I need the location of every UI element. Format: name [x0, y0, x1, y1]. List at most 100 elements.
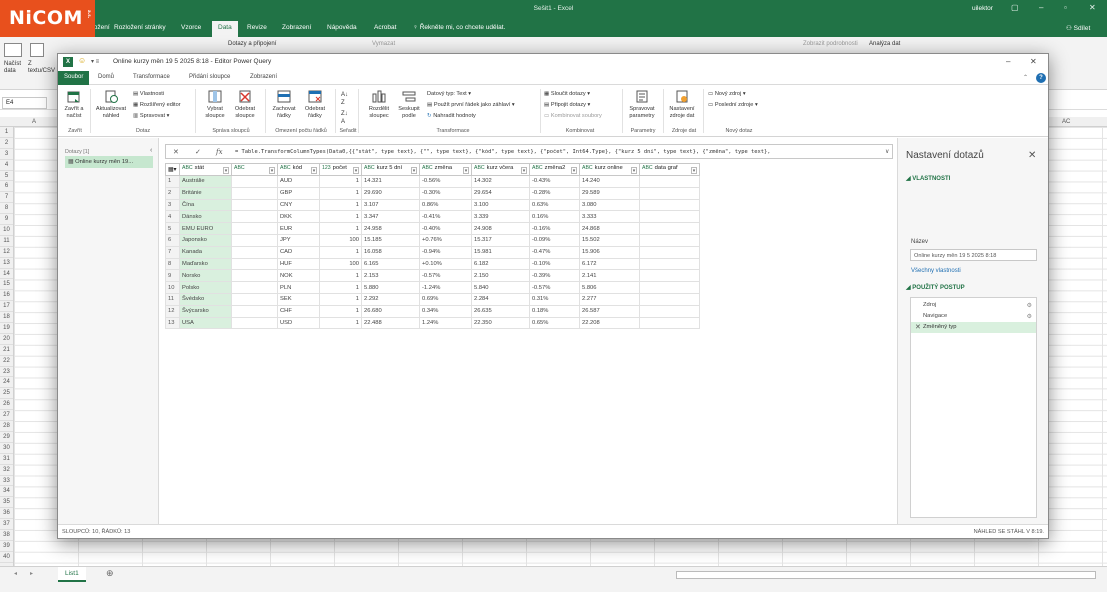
table-cell[interactable]: [231, 198, 278, 212]
row-header[interactable]: 29: [0, 432, 13, 443]
table-cell[interactable]: 1: [319, 316, 362, 330]
row-index[interactable]: 2: [165, 186, 180, 200]
text-type-icon[interactable]: ABC: [422, 165, 433, 171]
table-cell[interactable]: [639, 257, 700, 271]
novy-zdroj-button[interactable]: ▭ Nový zdroj ▾: [708, 91, 746, 97]
table-cell[interactable]: CHF: [277, 304, 320, 318]
table-cell[interactable]: 22.208: [579, 316, 640, 330]
name-box[interactable]: E4: [2, 97, 47, 109]
row-header[interactable]: 39: [0, 541, 13, 552]
sheet-scroll-right-icon[interactable]: ▸: [30, 570, 33, 577]
column-header[interactable]: 123 počet ▾: [319, 163, 362, 176]
table-cell[interactable]: 0.69%: [419, 292, 472, 306]
row-header[interactable]: 34: [0, 486, 13, 498]
table-cell[interactable]: DKK: [277, 210, 320, 224]
table-cell[interactable]: AUD: [277, 175, 320, 188]
filter-dropdown-icon[interactable]: ▾: [223, 167, 229, 174]
expand-formula-icon[interactable]: ∨: [885, 148, 889, 155]
table-cell[interactable]: 3.333: [579, 210, 640, 224]
row-header[interactable]: 32: [0, 465, 13, 476]
gear-icon[interactable]: ⚙: [1027, 302, 1032, 309]
table-cell[interactable]: 0.31%: [529, 292, 580, 306]
table-cell[interactable]: EUR: [277, 222, 320, 235]
text-type-icon[interactable]: ABC: [582, 165, 593, 171]
table-cell[interactable]: [231, 222, 278, 235]
table-cell[interactable]: 1: [319, 292, 362, 306]
column-header[interactable]: ABC ▾: [231, 163, 278, 176]
row-header[interactable]: 14: [0, 269, 13, 280]
ribbon-display-icon[interactable]: ▢: [1011, 3, 1019, 12]
row-index[interactable]: 6: [165, 233, 180, 247]
delete-step-icon[interactable]: ✕: [915, 323, 921, 331]
table-cell[interactable]: Dánsko: [179, 210, 232, 224]
pq-close-icon[interactable]: ✕: [1030, 57, 1037, 66]
seskupit-podle-button[interactable]: Seskupit podle: [394, 89, 424, 119]
table-cell[interactable]: Británie: [179, 186, 232, 200]
table-cell[interactable]: -0.09%: [529, 233, 580, 247]
filter-dropdown-icon[interactable]: ▾: [353, 167, 359, 174]
tab-domu[interactable]: Domů: [98, 74, 114, 80]
menu-data[interactable]: Data: [212, 21, 238, 37]
datovy-typ-dropdown[interactable]: Datový typ: Text ▾: [427, 91, 471, 97]
table-cell[interactable]: 1: [319, 198, 362, 212]
table-cell[interactable]: 1: [319, 175, 362, 188]
table-cell[interactable]: [639, 233, 700, 247]
horizontal-scrollbar[interactable]: [676, 571, 1096, 579]
table-cell[interactable]: 22.488: [361, 316, 420, 330]
table-cell[interactable]: 1.24%: [419, 316, 472, 330]
table-cell[interactable]: [639, 175, 700, 188]
filter-dropdown-icon[interactable]: ▾: [631, 167, 637, 174]
row-index[interactable]: 3: [165, 198, 180, 212]
kombinovat-soubory-button[interactable]: ▭ Kombinovat soubory: [544, 113, 602, 119]
filter-dropdown-icon[interactable]: ▾: [691, 167, 697, 174]
row-header[interactable]: 3: [0, 149, 13, 160]
table-cell[interactable]: +0.10%: [419, 257, 472, 271]
step-navigace[interactable]: Navigace ⚙: [911, 311, 1036, 322]
table-cell[interactable]: 22.350: [471, 316, 530, 330]
row-header[interactable]: 23: [0, 367, 13, 378]
odebrat-sloupce-button[interactable]: Odebrat sloupce: [230, 89, 260, 119]
table-cell[interactable]: Austrálie: [179, 175, 232, 188]
nastaveni-zdroje-button[interactable]: Nastavení zdroje dat: [665, 89, 699, 119]
table-cell[interactable]: 16.058: [361, 245, 420, 259]
table-cell[interactable]: 3.107: [361, 198, 420, 212]
table-cell[interactable]: 2.141: [579, 269, 640, 283]
text-csv-icon[interactable]: [30, 43, 44, 57]
aktualizovat-nahled-button[interactable]: Aktualizovat náhled: [93, 89, 129, 119]
table-cell[interactable]: 26.587: [579, 304, 640, 318]
table-cell[interactable]: 15.906: [579, 245, 640, 259]
table-cell[interactable]: -0.57%: [529, 281, 580, 294]
row-header[interactable]: 8: [0, 203, 13, 215]
sloucit-dotazy-button[interactable]: ▦ Sloučit dotazy ▾: [544, 91, 590, 97]
table-cell[interactable]: -0.40%: [419, 222, 472, 235]
row-index[interactable]: 5: [165, 222, 180, 235]
row-header[interactable]: 33: [0, 476, 13, 487]
table-corner-menu[interactable]: ▦▾: [165, 163, 180, 176]
table-cell[interactable]: 6.172: [579, 257, 640, 271]
row-index[interactable]: 7: [165, 245, 180, 259]
row-header[interactable]: 35: [0, 497, 13, 509]
table-cell[interactable]: 0.65%: [529, 316, 580, 330]
nacist-data-button[interactable]: Načíst data: [4, 61, 26, 75]
query-list-item[interactable]: ▦ Online kurzy měn 19...: [65, 156, 153, 168]
table-cell[interactable]: [231, 316, 278, 330]
pq-minimize-icon[interactable]: –: [1006, 57, 1010, 66]
nahradit-hodnoty-button[interactable]: ↻ Nahradit hodnoty: [427, 113, 476, 119]
row-header[interactable]: 30: [0, 443, 13, 454]
row-index[interactable]: 9: [165, 269, 180, 283]
filter-dropdown-icon[interactable]: ▾: [571, 167, 577, 174]
row-header[interactable]: 16: [0, 290, 13, 302]
row-header[interactable]: 15: [0, 279, 13, 291]
table-cell[interactable]: 3.080: [579, 198, 640, 212]
row-header[interactable]: 40: [0, 552, 13, 563]
sort-asc-icon[interactable]: A↓ Z: [341, 91, 348, 107]
z-textu-button[interactable]: Z textu/CSV: [28, 61, 55, 75]
table-cell[interactable]: 0.63%: [529, 198, 580, 212]
posledni-zdroje-button[interactable]: ▭ Poslední zdroje ▾: [708, 102, 758, 108]
row-header[interactable]: 9: [0, 214, 13, 226]
row-header[interactable]: 26: [0, 399, 13, 411]
tab-zobrazeni[interactable]: Zobrazení: [250, 74, 277, 80]
table-cell[interactable]: NOK: [277, 269, 320, 283]
table-cell[interactable]: [639, 292, 700, 306]
section-vlastnosti[interactable]: ◢ VLASTNOSTI: [906, 175, 950, 182]
